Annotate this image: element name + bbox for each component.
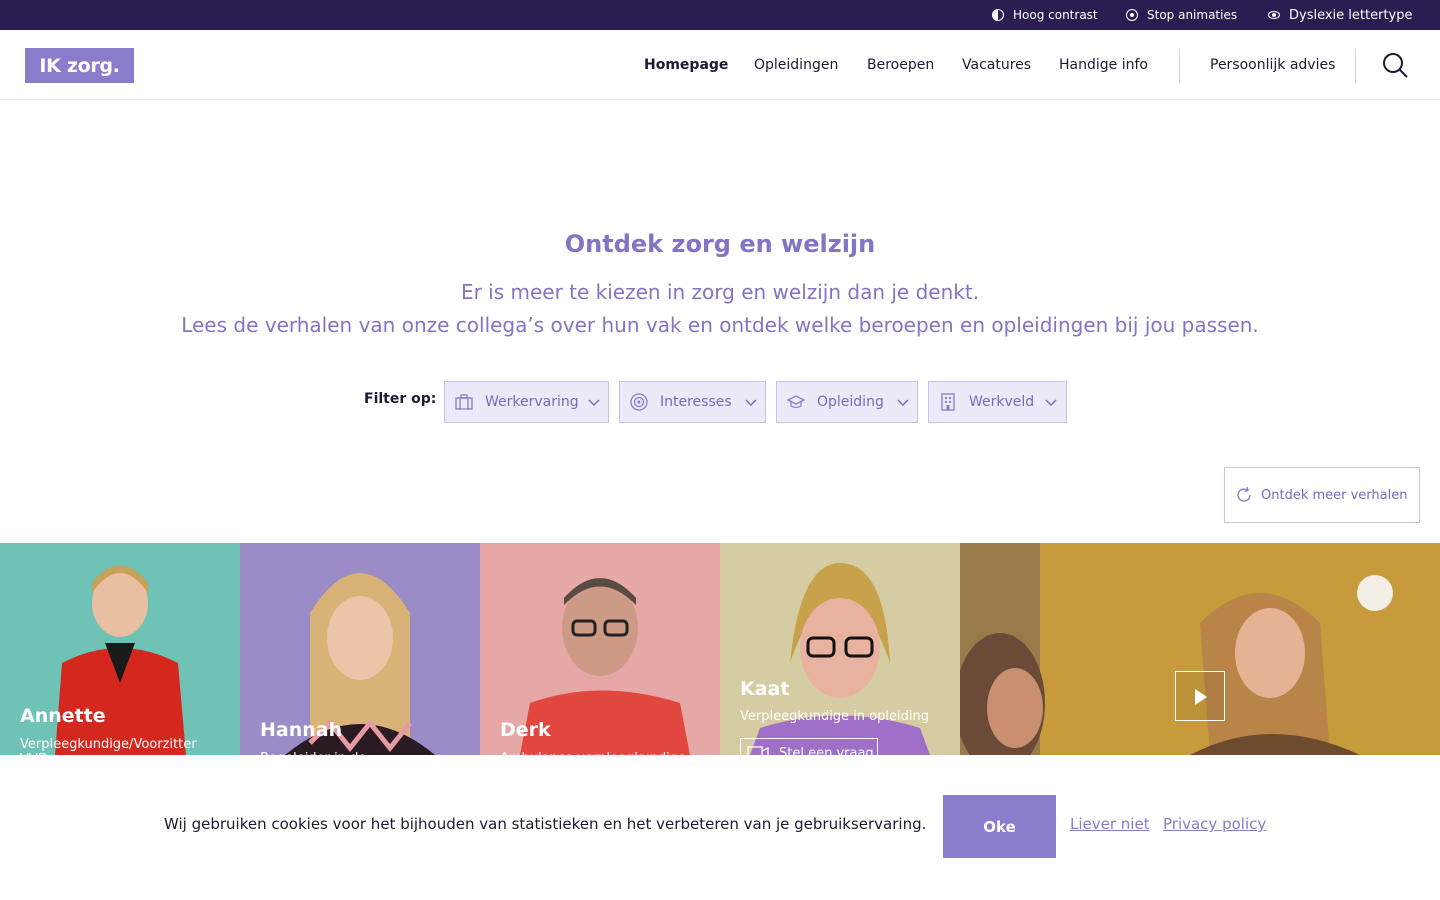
story-card-hannah[interactable]: Hannah Begeleider in de... [240,543,480,755]
nav-homepage[interactable]: Homepage [644,30,728,100]
chevron-down-icon [745,399,757,406]
story-card-kaat[interactable]: Kaat Verpleegkundige in opleiding Stel e… [720,543,960,755]
discover-more-stories-label: Ontdek meer verhalen [1261,487,1408,503]
building-icon [941,393,955,411]
stop-animations-toggle[interactable]: Stop animaties [1126,0,1237,30]
nav-handige-info[interactable]: Handige info [1059,30,1148,100]
logo-text: IK zorg. [39,54,120,77]
target-icon [630,393,648,411]
play-icon [1195,689,1207,705]
story-name: Annette [20,705,106,727]
utility-bar: Hoog contrast Stop animaties Dyslexie le… [0,0,1440,30]
filter-werkveld-label: Werkveld [969,394,1035,410]
accept-cookies-button[interactable]: Oke [943,795,1056,858]
cookie-banner: Wij gebruiken cookies voor het bijhouden… [0,755,1440,900]
dyslexia-font-toggle[interactable]: Dyslexie lettertype [1268,0,1412,30]
filter-werkervaring-label: Werkervaring [485,394,579,410]
filter-opleiding[interactable]: Opleiding [776,381,918,423]
nav-vacatures[interactable]: Vacatures [962,30,1031,100]
stop-animation-icon [1126,9,1138,21]
video-still-image [960,543,1440,755]
nav-beroepen[interactable]: Beroepen [867,30,934,100]
high-contrast-label: Hoog contrast [1013,8,1098,22]
high-contrast-toggle[interactable]: Hoog contrast [992,0,1098,30]
play-video-button[interactable] [1175,671,1225,721]
briefcase-icon [455,394,473,410]
story-name: Hannah [260,719,343,741]
story-cards: Annette Verpleegkundige/Voorzitter VVD H… [0,543,1440,755]
filter-interesses[interactable]: Interesses [619,381,766,423]
cookie-message: Wij gebruiken cookies voor het bijhouden… [164,815,927,833]
hero-subtitle-line1: Er is meer te kiezen in zorg en welzijn … [460,280,980,304]
graduation-cap-icon [787,395,805,409]
story-name: Derk [500,719,551,741]
privacy-policy-link[interactable]: Privacy policy [1163,815,1266,833]
search-icon[interactable] [1382,52,1408,78]
chevron-down-icon [1045,399,1057,406]
story-role: Verpleegkundige/Voorzitter VVD [20,737,197,755]
nav-divider [1179,49,1180,83]
filter-werkveld[interactable]: Werkveld [928,381,1067,423]
filter-label: Filter op: [364,391,437,407]
filter-interesses-label: Interesses [660,394,732,410]
nav-opleidingen[interactable]: Opleidingen [754,30,838,100]
contrast-icon [992,9,1004,21]
discover-more-stories-button[interactable]: Ontdek meer verhalen [1224,467,1420,523]
page-title: Ontdek zorg en welzijn [564,230,876,258]
filter-werkervaring[interactable]: Werkervaring [444,381,609,423]
story-card-annette[interactable]: Annette Verpleegkundige/Voorzitter VVD [0,543,240,755]
nav-persoonlijk-advies[interactable]: Persoonlijk advies [1210,30,1335,100]
decline-cookies-link[interactable]: Liever niet [1070,815,1150,833]
refresh-icon [1237,486,1251,502]
story-role: Verpleegkundige in opleiding [740,709,929,724]
hero-subtitle-line2: Lees de verhalen van onze collega’s over… [181,313,1259,337]
story-card-derk[interactable]: Derk Ambulance verpleegkundige [480,543,720,755]
site-logo[interactable]: IK zorg. [25,48,134,83]
ask-question-button[interactable]: Stel een vraag [740,738,878,755]
stop-animations-label: Stop animaties [1147,8,1238,22]
chevron-down-icon [897,399,909,406]
nav-divider [1355,49,1356,83]
dyslexia-font-label: Dyslexie lettertype [1289,7,1413,23]
video-card[interactable] [960,543,1440,755]
filter-opleiding-label: Opleiding [817,394,884,410]
video-camera-icon [747,746,769,755]
site-header: IK zorg. Homepage Opleidingen Beroepen V… [0,30,1440,100]
chevron-down-icon [588,399,600,406]
ask-question-label: Stel een vraag [779,745,874,756]
eye-icon [1268,11,1280,19]
story-name: Kaat [740,678,790,700]
